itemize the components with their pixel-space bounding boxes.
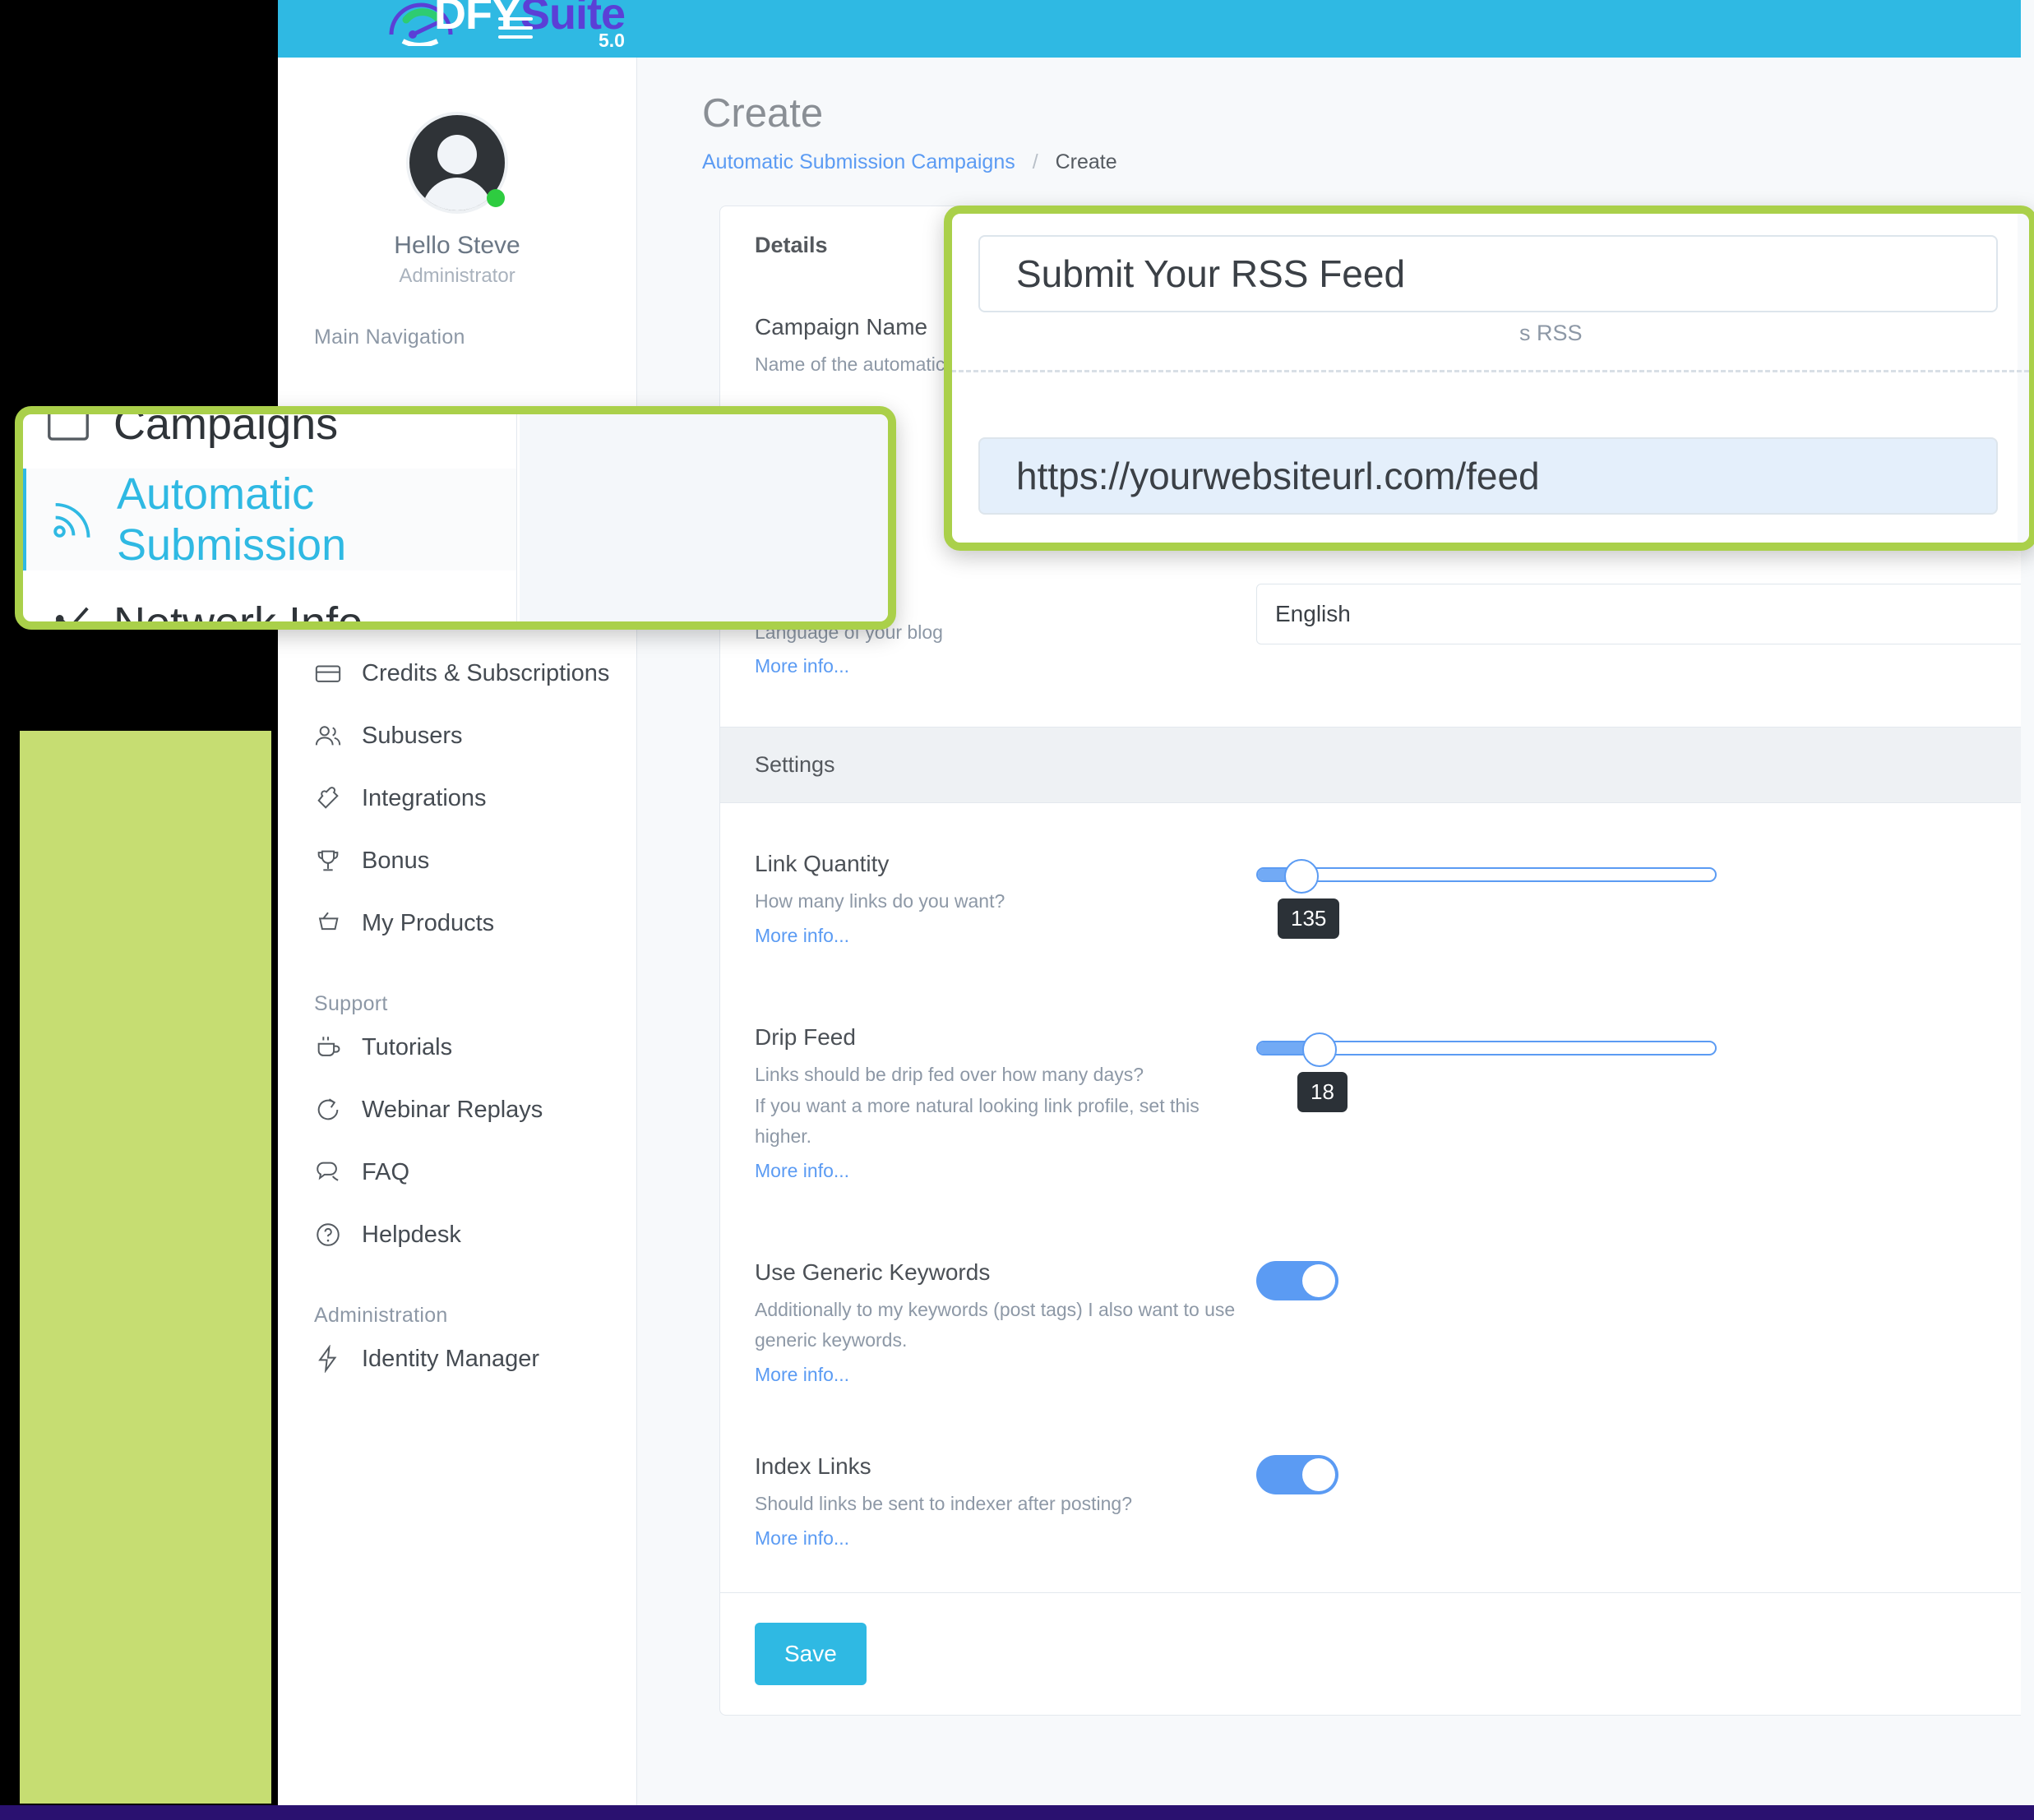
chat-bubbles-icon bbox=[314, 1158, 362, 1186]
puzzle-icon bbox=[314, 784, 362, 812]
avatar[interactable] bbox=[406, 112, 508, 214]
sidebar-item-label: Bonus bbox=[362, 847, 430, 874]
save-button[interactable]: Save bbox=[755, 1622, 867, 1685]
nav-section-administration: Administration bbox=[314, 1304, 448, 1327]
sidebar-item-label: Helpdesk bbox=[362, 1221, 461, 1248]
lightning-bolt-icon bbox=[314, 1345, 362, 1373]
sidebar-item-integrations[interactable]: Integrations bbox=[278, 767, 636, 829]
drip-feed-row: Drip Feed Links should be drip fed over … bbox=[720, 982, 2034, 1217]
link-quantity-slider[interactable]: 135 bbox=[1256, 859, 1717, 940]
sidebar-item-label: Tutorials bbox=[362, 1033, 453, 1060]
link-quantity-row: Link Quantity How many links do you want… bbox=[720, 803, 2034, 982]
use-generic-keywords-toggle[interactable] bbox=[1256, 1260, 1338, 1300]
callout-item-automatic-submission[interactable]: Automatic Submission bbox=[23, 469, 516, 570]
sidebar-item-label: My Products bbox=[362, 909, 495, 936]
use-generic-keywords-row: Use Generic Keywords Additionally to my … bbox=[720, 1217, 2034, 1411]
index-links-row: Index Links Should links be sent to inde… bbox=[720, 1411, 2034, 1592]
hamburger-menu-icon[interactable] bbox=[498, 12, 533, 44]
trophy-icon bbox=[314, 847, 362, 875]
use-generic-keywords-more-info-link[interactable]: More info... bbox=[755, 1364, 1256, 1386]
callout-dashed-divider bbox=[952, 370, 2029, 372]
breadcrumb: Automatic Submission Campaigns / Create bbox=[702, 150, 1117, 174]
sidebar-item-label: Credits & Subscriptions bbox=[362, 659, 610, 686]
link-quantity-description: How many links do you want? bbox=[755, 890, 1005, 912]
sidebar-item-tutorials[interactable]: Tutorials bbox=[278, 1016, 636, 1079]
sidebar-item-credits-subscriptions[interactable]: Credits & Subscriptions bbox=[278, 642, 636, 704]
sidebar: Hello Steve Administrator Main Navigatio… bbox=[278, 58, 637, 1805]
question-circle-icon bbox=[314, 1221, 362, 1249]
logo-version: 5.0 bbox=[599, 30, 625, 51]
slider-thumb[interactable] bbox=[1284, 859, 1319, 894]
callout-item-label: Network Info bbox=[113, 598, 363, 630]
sidebar-item-faq[interactable]: FAQ bbox=[278, 1141, 636, 1203]
callout-sidebar-nav: Campaigns Automatic Submission Network I… bbox=[15, 406, 896, 630]
window-icon bbox=[23, 414, 113, 450]
sidebar-item-label: Integrations bbox=[362, 784, 487, 811]
online-status-dot bbox=[487, 189, 505, 207]
language-row: Language Language of your blog More info… bbox=[720, 546, 2034, 728]
nav-section-support: Support bbox=[314, 992, 388, 1015]
bottom-accent-bar bbox=[0, 1805, 2034, 1820]
language-select[interactable] bbox=[1256, 583, 2034, 644]
callout-item-campaigns[interactable]: Campaigns bbox=[23, 406, 888, 464]
sidebar-item-identity-manager[interactable]: Identity Manager bbox=[278, 1328, 636, 1390]
rss-icon bbox=[26, 496, 117, 543]
users-icon bbox=[314, 722, 362, 750]
sidebar-item-subusers[interactable]: Subusers bbox=[278, 704, 636, 767]
coffee-cup-icon bbox=[314, 1033, 362, 1061]
sidebar-item-bonus[interactable]: Bonus bbox=[278, 829, 636, 892]
use-generic-keywords-description-1: Additionally to my keywords (post tags) … bbox=[755, 1298, 1236, 1320]
breadcrumb-current: Create bbox=[1055, 150, 1117, 173]
drip-feed-description-1: Links should be drip fed over how many d… bbox=[755, 1063, 1144, 1085]
nav-section-main: Main Navigation bbox=[314, 326, 465, 349]
settings-section-title: Settings bbox=[720, 727, 2034, 804]
callout-campaign-name-input[interactable]: Submit Your RSS Feed bbox=[978, 235, 1998, 312]
slider-thumb[interactable] bbox=[1302, 1032, 1337, 1067]
page-title: Create bbox=[702, 91, 824, 136]
sidebar-item-label: Identity Manager bbox=[362, 1345, 540, 1372]
drip-feed-slider[interactable]: 18 bbox=[1256, 1032, 1717, 1112]
credit-card-icon bbox=[314, 659, 362, 687]
drip-feed-value-bubble: 18 bbox=[1297, 1071, 1348, 1112]
index-links-more-info-link[interactable]: More info... bbox=[755, 1527, 1256, 1550]
language-more-info-link[interactable]: More info... bbox=[755, 655, 1256, 677]
callout-item-network-info[interactable]: Network Info bbox=[23, 584, 888, 630]
screenshot-stage: DFYSuite 5.0 Hello Steve Administrator M… bbox=[0, 0, 2034, 1820]
breadcrumb-separator: / bbox=[1032, 150, 1038, 173]
sidebar-item-my-products[interactable]: My Products bbox=[278, 892, 636, 954]
index-links-description: Should links be sent to indexer after po… bbox=[755, 1493, 1133, 1515]
slider-track bbox=[1256, 867, 1717, 883]
card-footer: Save bbox=[720, 1591, 2034, 1715]
link-quantity-value-bubble: 135 bbox=[1278, 898, 1340, 940]
callout-item-label: Campaigns bbox=[113, 406, 339, 449]
lime-highlight-overlay bbox=[20, 731, 271, 1804]
drip-feed-label: Drip Feed bbox=[755, 1023, 856, 1050]
user-greeting: Hello Steve bbox=[394, 232, 520, 259]
user-role: Administrator bbox=[399, 265, 515, 287]
index-links-label: Index Links bbox=[755, 1453, 871, 1480]
sidebar-item-label: FAQ bbox=[362, 1158, 410, 1185]
index-links-toggle[interactable] bbox=[1256, 1455, 1338, 1495]
sidebar-item-webinar-replays[interactable]: Webinar Replays bbox=[278, 1079, 636, 1141]
sidebar-item-label: Webinar Replays bbox=[362, 1096, 543, 1123]
top-bar: DFYSuite 5.0 bbox=[278, 0, 2034, 58]
sidebar-item-label: Subusers bbox=[362, 722, 463, 749]
use-generic-keywords-label: Use Generic Keywords bbox=[755, 1259, 991, 1285]
sidebar-item-helpdesk[interactable]: Helpdesk bbox=[278, 1203, 636, 1266]
drip-feed-description-3: higher. bbox=[755, 1125, 812, 1148]
breadcrumb-parent-link[interactable]: Automatic Submission Campaigns bbox=[702, 150, 1015, 173]
replay-icon bbox=[314, 1096, 362, 1124]
callout-description-fragment: s RSS bbox=[1519, 321, 1583, 345]
callout-rss-feed-input[interactable]: https://yourwebsiteurl.com/feed bbox=[978, 437, 1998, 515]
use-generic-keywords-description-2: generic keywords. bbox=[755, 1329, 908, 1351]
cart-icon bbox=[314, 909, 362, 937]
drip-feed-description-2: If you want a more natural looking link … bbox=[755, 1094, 1200, 1116]
link-quantity-more-info-link[interactable]: More info... bbox=[755, 925, 1256, 947]
callout-form-fields: Submit Your RSS Feed s RSS https://yourw… bbox=[944, 206, 2034, 551]
callout-item-label: Automatic Submission bbox=[117, 469, 347, 570]
app-logo[interactable]: DFYSuite 5.0 bbox=[344, 0, 626, 58]
drip-feed-more-info-link[interactable]: More info... bbox=[755, 1160, 1256, 1182]
line-chart-icon bbox=[23, 598, 113, 621]
link-quantity-label: Link Quantity bbox=[755, 851, 890, 877]
